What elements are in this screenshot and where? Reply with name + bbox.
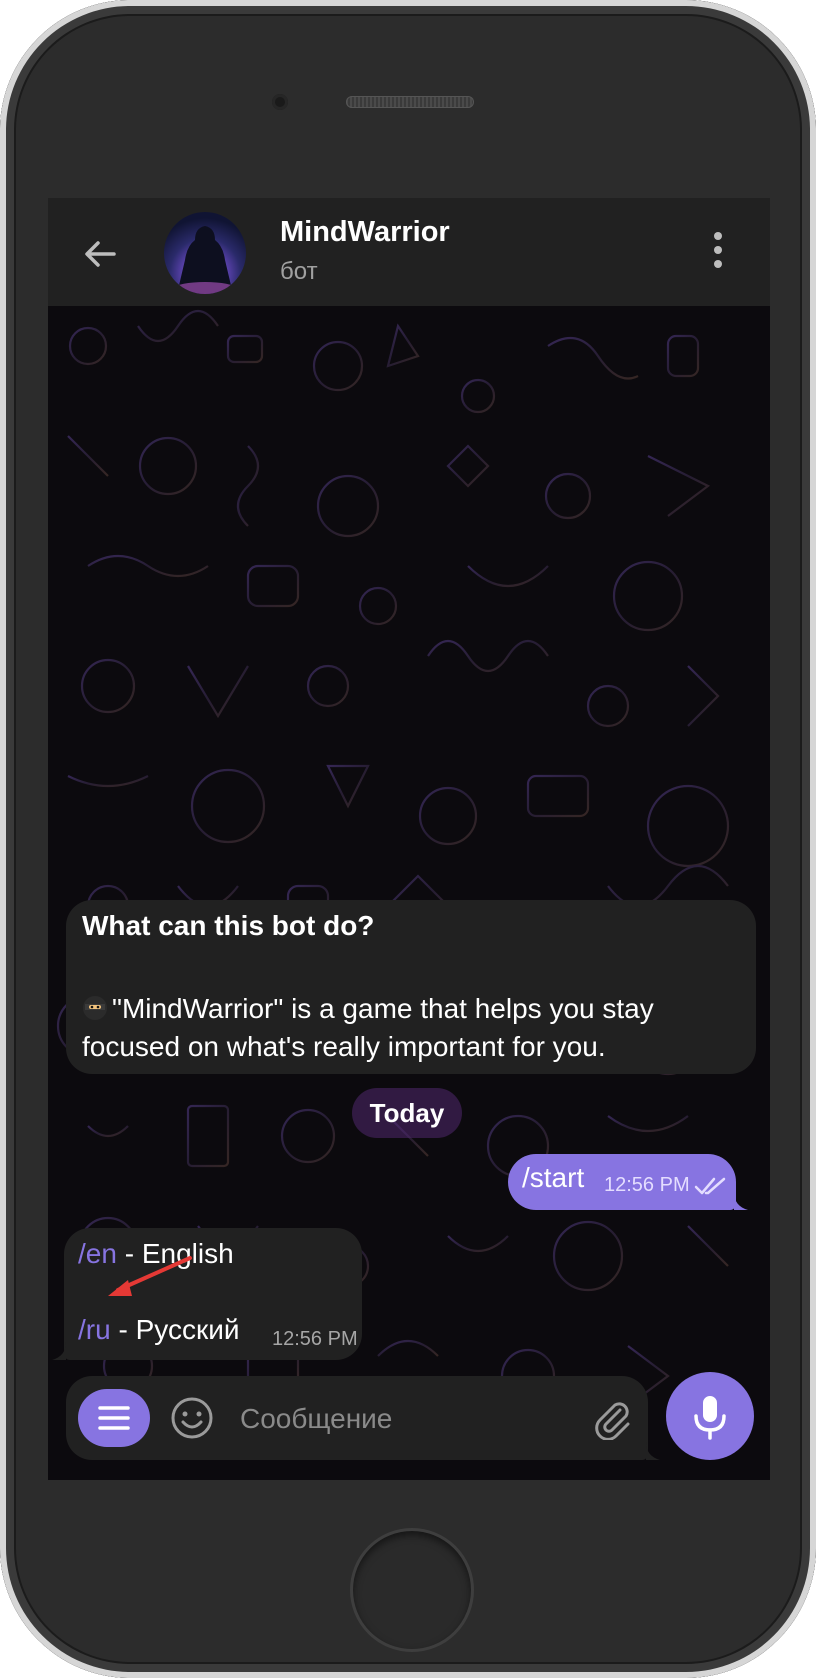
annotation-arrow-icon (108, 1256, 192, 1296)
bot-menu-icon (98, 1406, 130, 1430)
smile-icon[interactable] (170, 1396, 214, 1440)
message-time: 12:56 PM (604, 1174, 690, 1196)
paperclip-icon[interactable] (590, 1396, 634, 1440)
home-button[interactable] (350, 1528, 474, 1652)
microphone-icon (694, 1396, 726, 1440)
language-option-ru: /ru - Русский (78, 1314, 239, 1346)
option-label: Русский (135, 1314, 240, 1345)
bot-description-text: "MindWarrior" is a game that helps you s… (82, 990, 742, 1066)
bot-description-card: What can this bot do? "MindWarrior" is a… (66, 900, 756, 1074)
message-text: /start (522, 1162, 585, 1193)
composer-tail (646, 1442, 660, 1460)
microphone-button[interactable] (666, 1372, 754, 1460)
chat-header: MindWarrior бот (48, 198, 770, 306)
chat-subtitle: бот (280, 258, 318, 285)
bubble-tail (734, 1192, 748, 1210)
chat-screen: MindWarrior бот What can this bot do? "M… (48, 198, 770, 1480)
command-link-ru[interactable]: /ru (78, 1314, 111, 1345)
ninja-emoji-icon (83, 996, 107, 1020)
arrow-left-icon[interactable] (80, 234, 120, 274)
earpiece-speaker (346, 96, 474, 108)
front-camera (272, 94, 288, 110)
bot-description-title: What can this bot do? (82, 910, 375, 941)
message-composer (66, 1376, 660, 1460)
bot-avatar[interactable] (164, 212, 246, 294)
message-input[interactable] (238, 1392, 542, 1446)
chat-title[interactable]: MindWarrior (280, 216, 450, 249)
bubble-tail (52, 1342, 66, 1360)
bot-menu-button[interactable] (78, 1389, 150, 1447)
date-separator: Today (352, 1088, 462, 1138)
double-check-icon (694, 1177, 726, 1195)
message-time: 12:56 PM (272, 1328, 358, 1350)
more-vertical-icon[interactable] (706, 228, 730, 272)
bot-description-body: "MindWarrior" is a game that helps you s… (82, 993, 654, 1062)
phone-frame: MindWarrior бот What can this bot do? "M… (0, 0, 816, 1678)
option-separator: - (110, 1314, 136, 1345)
outgoing-message[interactable]: /start 12:56 PM (508, 1154, 748, 1210)
